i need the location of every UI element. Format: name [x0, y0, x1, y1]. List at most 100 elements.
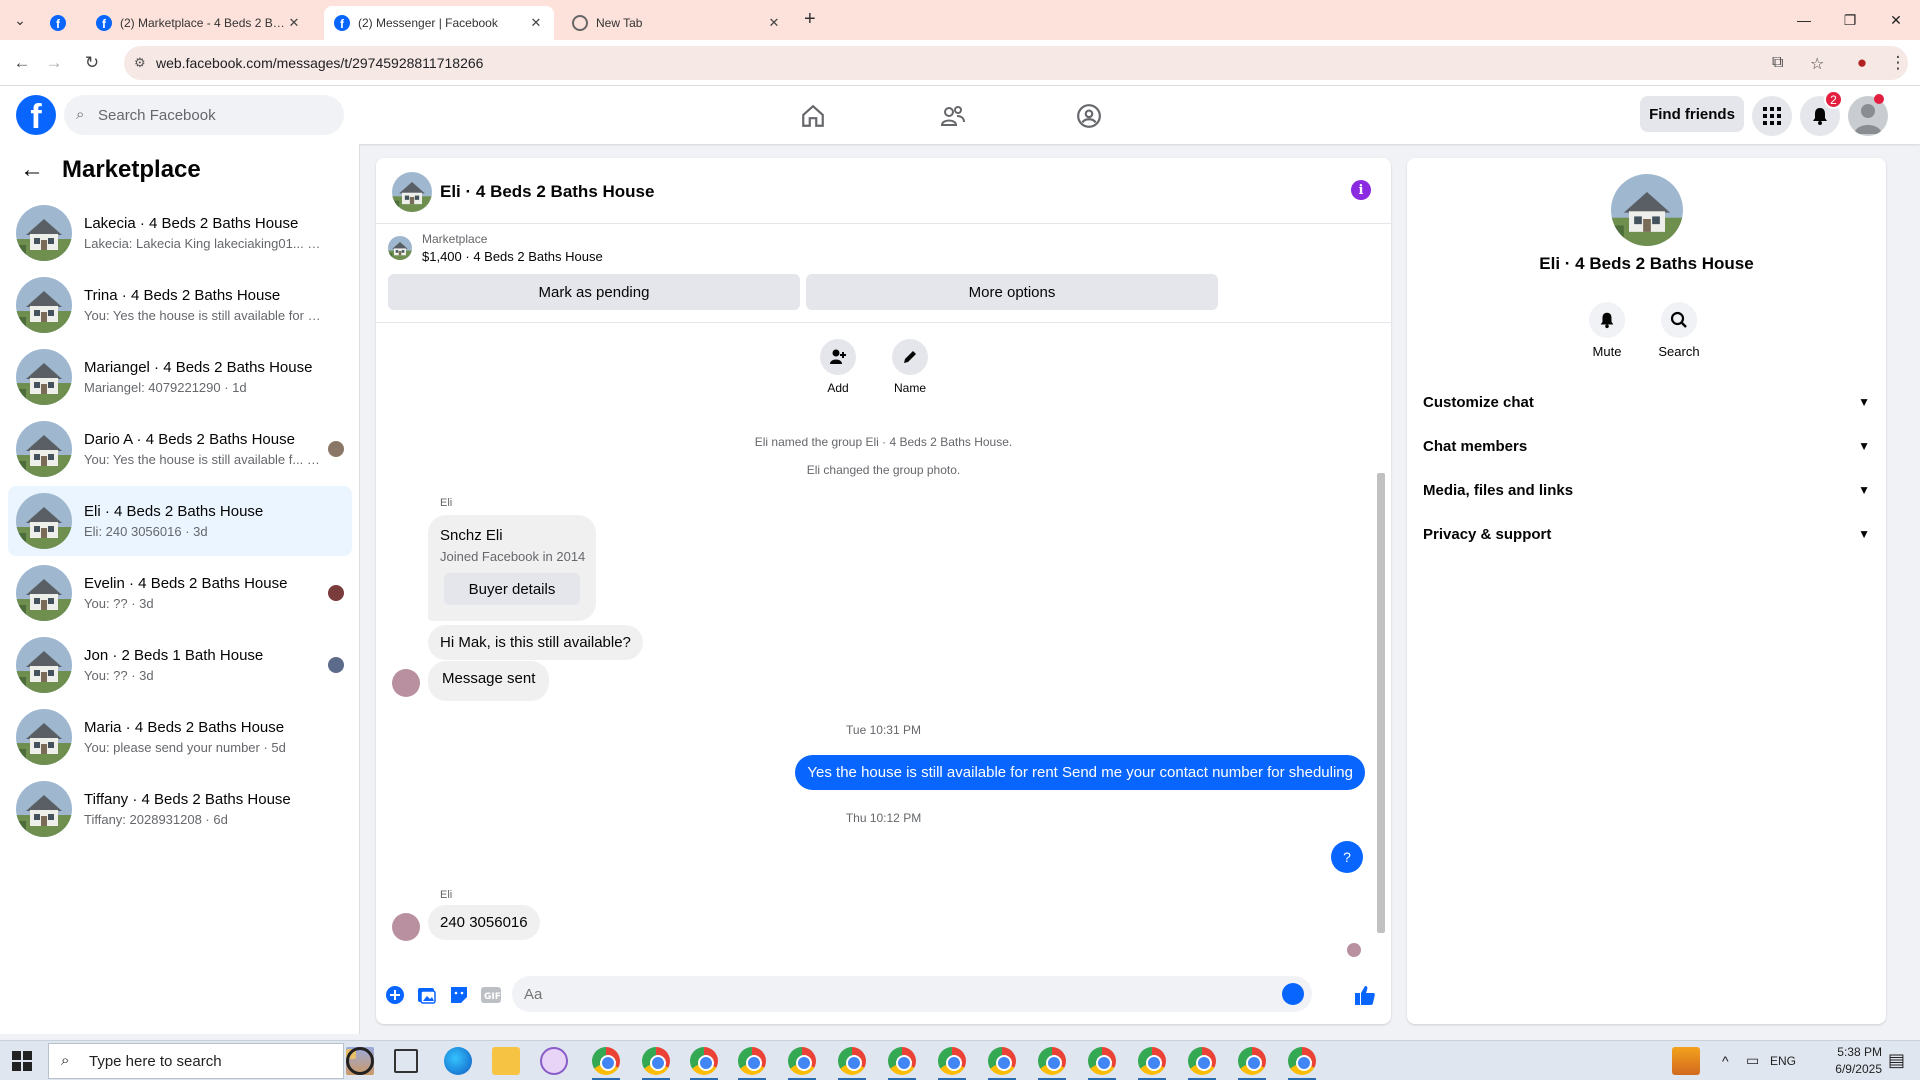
file-explorer-icon[interactable]: [492, 1047, 520, 1075]
chrome-icon[interactable]: [838, 1047, 866, 1075]
groups-icon[interactable]: [1034, 94, 1144, 138]
tab-close-icon[interactable]: ✕: [528, 15, 544, 31]
gif-icon[interactable]: GIF: [480, 984, 502, 1006]
friends-icon[interactable]: [898, 94, 1008, 138]
chrome-icon[interactable]: [1088, 1047, 1116, 1075]
chat-avatar[interactable]: [392, 172, 432, 212]
tab-new-tab[interactable]: New Tab ✕: [562, 6, 792, 40]
section-customize-chat[interactable]: Customize chat ▼: [1423, 380, 1870, 424]
tab-search-chevron-icon[interactable]: ⌄: [8, 8, 32, 32]
home-icon[interactable]: [758, 94, 868, 138]
emoji-icon[interactable]: [1282, 983, 1304, 1005]
tab-close-icon[interactable]: ✕: [286, 15, 302, 31]
reload-icon[interactable]: ↻: [80, 51, 104, 75]
sticker-icon[interactable]: [448, 984, 470, 1006]
chrome-icon[interactable]: [1288, 1047, 1316, 1075]
message-bubble[interactable]: Message sent: [428, 661, 550, 701]
chrome-icon[interactable]: [1038, 1047, 1066, 1075]
chrome-icon[interactable]: [988, 1047, 1016, 1075]
window-close-icon[interactable]: ✕: [1874, 6, 1918, 34]
marketplace-listing[interactable]: Marketplace $1,400 · 4 Beds 2 Baths Hous…: [388, 232, 603, 264]
mute-action[interactable]: Mute: [1577, 302, 1637, 359]
photo-icon[interactable]: [416, 984, 438, 1006]
chat-title[interactable]: Eli · 4 Beds 2 Baths House: [440, 182, 654, 202]
chrome-icon[interactable]: [1188, 1047, 1216, 1075]
plus-circle-icon[interactable]: [384, 984, 406, 1006]
chrome-icon[interactable]: [888, 1047, 916, 1075]
my-message-bubble[interactable]: ?: [1331, 841, 1363, 873]
thumbs-up-icon[interactable]: [1354, 984, 1376, 1006]
weather-icon[interactable]: [1672, 1047, 1700, 1075]
tab-messenger[interactable]: f (2) Messenger | Facebook ✕: [324, 6, 554, 40]
pinned-tab-facebook[interactable]: f: [40, 6, 78, 40]
snipping-tool-icon[interactable]: [540, 1047, 568, 1075]
profile-icon[interactable]: ●: [1850, 51, 1874, 75]
taskbar-search-input[interactable]: [89, 1044, 289, 1078]
tab-close-icon[interactable]: ✕: [766, 15, 782, 31]
site-settings-icon[interactable]: ⚙: [134, 55, 146, 71]
clock-time[interactable]: 5:38 PM: [1830, 1045, 1882, 1059]
clock-date[interactable]: 6/9/2025: [1822, 1062, 1882, 1076]
chrome-icon[interactable]: [642, 1047, 670, 1075]
more-options-button[interactable]: More options: [806, 274, 1218, 310]
notification-center-icon[interactable]: ▤: [1888, 1050, 1905, 1071]
message-bubble[interactable]: 240 3056016: [428, 905, 540, 940]
buyer-details-button[interactable]: Buyer details: [444, 573, 580, 605]
conversation-item[interactable]: Eli · 4 Beds 2 Baths House Eli: 240 30560…: [8, 486, 352, 556]
my-message-bubble[interactable]: Yes the house is still available for ren…: [795, 755, 1365, 790]
back-arrow-icon[interactable]: ←: [20, 156, 44, 184]
edge-icon[interactable]: [444, 1047, 472, 1075]
message-bubble[interactable]: Hi Mak, is this still available?: [428, 625, 643, 660]
conversation-item[interactable]: Mariangel · 4 Beds 2 Baths House Mariange…: [8, 342, 352, 412]
task-view-icon[interactable]: [394, 1049, 418, 1073]
conversation-item[interactable]: Lakecia · 4 Beds 2 Baths House Lakecia: L…: [8, 198, 352, 268]
tab-marketplace[interactable]: f (2) Marketplace - 4 Beds 2 Bath ✕: [86, 6, 312, 40]
sender-avatar[interactable]: [392, 669, 420, 697]
add-people-action[interactable]: Add: [808, 339, 868, 395]
bookmark-star-icon[interactable]: ☆: [1810, 54, 1824, 74]
sender-avatar[interactable]: [392, 913, 420, 941]
cortana-circle-icon[interactable]: [346, 1047, 374, 1075]
chrome-icon[interactable]: [938, 1047, 966, 1075]
group-photo[interactable]: [1611, 174, 1683, 246]
find-friends-button[interactable]: Find friends: [1640, 96, 1744, 132]
conversation-item[interactable]: Tiffany · 4 Beds 2 Baths House Tiffany: 2…: [8, 774, 352, 844]
mark-as-pending-button[interactable]: Mark as pending: [388, 274, 800, 310]
section-chat-members[interactable]: Chat members ▼: [1423, 424, 1870, 468]
search-action[interactable]: Search: [1649, 302, 1709, 359]
scrollbar-thumb[interactable]: [1377, 473, 1385, 933]
conversation-item[interactable]: Jon · 2 Beds 1 Bath House You: ?? · 3d: [8, 630, 352, 700]
language-indicator[interactable]: ENG: [1770, 1054, 1796, 1068]
url-text[interactable]: web.facebook.com/messages/t/297459288117…: [156, 55, 483, 71]
conversation-item[interactable]: Evelin · 4 Beds 2 Baths House You: ?? · 3…: [8, 558, 352, 628]
network-icon[interactable]: ▭: [1746, 1052, 1759, 1069]
chrome-icon[interactable]: [690, 1047, 718, 1075]
chrome-icon[interactable]: [592, 1047, 620, 1075]
tray-chevron-up-icon[interactable]: ^: [1722, 1053, 1729, 1069]
forward-arrow-icon[interactable]: →: [42, 51, 66, 75]
chrome-icon[interactable]: [1238, 1047, 1266, 1075]
new-tab-plus-icon[interactable]: +: [804, 8, 816, 31]
conversation-item[interactable]: Trina · 4 Beds 2 Baths House You: Yes the…: [8, 270, 352, 340]
windows-start-icon[interactable]: [12, 1051, 32, 1071]
minimize-icon[interactable]: —: [1782, 6, 1826, 34]
browser-menu-icon[interactable]: ⋮: [1886, 51, 1910, 75]
omnibox[interactable]: ⚙ web.facebook.com/messages/t/2974592881…: [124, 46, 1908, 80]
section-media-files-links[interactable]: Media, files and links ▼: [1423, 468, 1870, 512]
conversation-item[interactable]: Maria · 4 Beds 2 Baths House You: please …: [8, 702, 352, 772]
message-thread[interactable]: Add Name Eli named the group Eli · 4 Bed…: [376, 322, 1391, 966]
install-app-icon[interactable]: ⧉: [1772, 54, 1783, 72]
menu-grid-icon[interactable]: [1752, 96, 1792, 136]
restore-icon[interactable]: ❐: [1828, 6, 1872, 34]
facebook-logo-icon[interactable]: f: [16, 95, 56, 135]
chrome-icon[interactable]: [738, 1047, 766, 1075]
info-icon[interactable]: i: [1351, 180, 1371, 200]
name-group-action[interactable]: Name: [880, 339, 940, 395]
taskbar-search[interactable]: ⌕: [48, 1043, 344, 1079]
chrome-icon[interactable]: [1138, 1047, 1166, 1075]
message-input[interactable]: [512, 976, 1252, 1012]
chrome-icon[interactable]: [788, 1047, 816, 1075]
conversation-item[interactable]: Dario A · 4 Beds 2 Baths House You: Yes t…: [8, 414, 352, 484]
section-privacy-support[interactable]: Privacy & support ▼: [1423, 512, 1870, 556]
facebook-search-input[interactable]: [98, 95, 328, 135]
